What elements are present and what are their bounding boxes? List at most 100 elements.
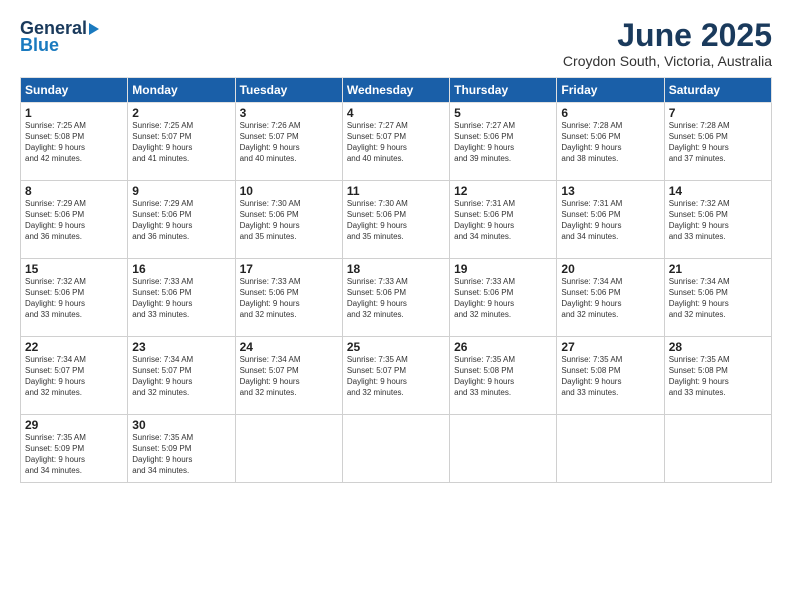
- day-info: Sunrise: 7:34 AM Sunset: 5:07 PM Dayligh…: [132, 355, 230, 398]
- day-info: Sunrise: 7:32 AM Sunset: 5:06 PM Dayligh…: [669, 199, 767, 242]
- table-row: 7Sunrise: 7:28 AM Sunset: 5:06 PM Daylig…: [664, 103, 771, 181]
- day-info: Sunrise: 7:33 AM Sunset: 5:06 PM Dayligh…: [132, 277, 230, 320]
- table-row: 19Sunrise: 7:33 AM Sunset: 5:06 PM Dayli…: [450, 259, 557, 337]
- table-row: 9Sunrise: 7:29 AM Sunset: 5:06 PM Daylig…: [128, 181, 235, 259]
- day-number: 18: [347, 262, 445, 276]
- table-row: 1Sunrise: 7:25 AM Sunset: 5:08 PM Daylig…: [21, 103, 128, 181]
- table-row: [664, 415, 771, 483]
- day-number: 4: [347, 106, 445, 120]
- calendar-week-4: 22Sunrise: 7:34 AM Sunset: 5:07 PM Dayli…: [21, 337, 772, 415]
- day-info: Sunrise: 7:35 AM Sunset: 5:08 PM Dayligh…: [454, 355, 552, 398]
- table-row: 12Sunrise: 7:31 AM Sunset: 5:06 PM Dayli…: [450, 181, 557, 259]
- day-number: 22: [25, 340, 123, 354]
- day-number: 27: [561, 340, 659, 354]
- day-number: 20: [561, 262, 659, 276]
- logo-blue-text: Blue: [20, 35, 59, 56]
- day-info: Sunrise: 7:31 AM Sunset: 5:06 PM Dayligh…: [454, 199, 552, 242]
- day-number: 11: [347, 184, 445, 198]
- calendar-week-1: 1Sunrise: 7:25 AM Sunset: 5:08 PM Daylig…: [21, 103, 772, 181]
- col-friday: Friday: [557, 78, 664, 103]
- day-number: 16: [132, 262, 230, 276]
- day-info: Sunrise: 7:35 AM Sunset: 5:07 PM Dayligh…: [347, 355, 445, 398]
- day-number: 29: [25, 418, 123, 432]
- col-monday: Monday: [128, 78, 235, 103]
- day-number: 10: [240, 184, 338, 198]
- table-row: 28Sunrise: 7:35 AM Sunset: 5:08 PM Dayli…: [664, 337, 771, 415]
- table-row: 11Sunrise: 7:30 AM Sunset: 5:06 PM Dayli…: [342, 181, 449, 259]
- table-row: 16Sunrise: 7:33 AM Sunset: 5:06 PM Dayli…: [128, 259, 235, 337]
- table-row: 10Sunrise: 7:30 AM Sunset: 5:06 PM Dayli…: [235, 181, 342, 259]
- day-info: Sunrise: 7:35 AM Sunset: 5:08 PM Dayligh…: [669, 355, 767, 398]
- day-number: 6: [561, 106, 659, 120]
- table-row: [235, 415, 342, 483]
- day-number: 3: [240, 106, 338, 120]
- calendar-week-3: 15Sunrise: 7:32 AM Sunset: 5:06 PM Dayli…: [21, 259, 772, 337]
- day-info: Sunrise: 7:34 AM Sunset: 5:06 PM Dayligh…: [669, 277, 767, 320]
- table-row: 25Sunrise: 7:35 AM Sunset: 5:07 PM Dayli…: [342, 337, 449, 415]
- logo: General Blue: [20, 18, 99, 56]
- day-info: Sunrise: 7:25 AM Sunset: 5:07 PM Dayligh…: [132, 121, 230, 164]
- day-info: Sunrise: 7:29 AM Sunset: 5:06 PM Dayligh…: [132, 199, 230, 242]
- table-row: 2Sunrise: 7:25 AM Sunset: 5:07 PM Daylig…: [128, 103, 235, 181]
- day-number: 14: [669, 184, 767, 198]
- table-row: 26Sunrise: 7:35 AM Sunset: 5:08 PM Dayli…: [450, 337, 557, 415]
- day-number: 28: [669, 340, 767, 354]
- day-number: 24: [240, 340, 338, 354]
- calendar-table: Sunday Monday Tuesday Wednesday Thursday…: [20, 77, 772, 483]
- day-info: Sunrise: 7:27 AM Sunset: 5:07 PM Dayligh…: [347, 121, 445, 164]
- col-wednesday: Wednesday: [342, 78, 449, 103]
- table-row: 3Sunrise: 7:26 AM Sunset: 5:07 PM Daylig…: [235, 103, 342, 181]
- table-row: 8Sunrise: 7:29 AM Sunset: 5:06 PM Daylig…: [21, 181, 128, 259]
- table-row: 23Sunrise: 7:34 AM Sunset: 5:07 PM Dayli…: [128, 337, 235, 415]
- table-row: 15Sunrise: 7:32 AM Sunset: 5:06 PM Dayli…: [21, 259, 128, 337]
- day-number: 21: [669, 262, 767, 276]
- day-number: 2: [132, 106, 230, 120]
- page: General Blue June 2025 Croydon South, Vi…: [0, 0, 792, 612]
- day-number: 7: [669, 106, 767, 120]
- day-number: 23: [132, 340, 230, 354]
- table-row: [450, 415, 557, 483]
- table-row: 27Sunrise: 7:35 AM Sunset: 5:08 PM Dayli…: [557, 337, 664, 415]
- day-number: 12: [454, 184, 552, 198]
- table-row: 22Sunrise: 7:34 AM Sunset: 5:07 PM Dayli…: [21, 337, 128, 415]
- day-number: 15: [25, 262, 123, 276]
- day-info: Sunrise: 7:29 AM Sunset: 5:06 PM Dayligh…: [25, 199, 123, 242]
- day-info: Sunrise: 7:34 AM Sunset: 5:07 PM Dayligh…: [25, 355, 123, 398]
- day-info: Sunrise: 7:27 AM Sunset: 5:06 PM Dayligh…: [454, 121, 552, 164]
- day-info: Sunrise: 7:33 AM Sunset: 5:06 PM Dayligh…: [240, 277, 338, 320]
- day-number: 17: [240, 262, 338, 276]
- day-number: 9: [132, 184, 230, 198]
- day-number: 5: [454, 106, 552, 120]
- day-number: 30: [132, 418, 230, 432]
- logo-arrow-icon: [89, 23, 99, 35]
- table-row: 20Sunrise: 7:34 AM Sunset: 5:06 PM Dayli…: [557, 259, 664, 337]
- day-info: Sunrise: 7:28 AM Sunset: 5:06 PM Dayligh…: [669, 121, 767, 164]
- month-title: June 2025: [563, 18, 772, 53]
- day-number: 25: [347, 340, 445, 354]
- day-info: Sunrise: 7:28 AM Sunset: 5:06 PM Dayligh…: [561, 121, 659, 164]
- day-number: 1: [25, 106, 123, 120]
- table-row: 30Sunrise: 7:35 AM Sunset: 5:09 PM Dayli…: [128, 415, 235, 483]
- calendar-week-2: 8Sunrise: 7:29 AM Sunset: 5:06 PM Daylig…: [21, 181, 772, 259]
- table-row: 5Sunrise: 7:27 AM Sunset: 5:06 PM Daylig…: [450, 103, 557, 181]
- title-block: June 2025 Croydon South, Victoria, Austr…: [563, 18, 772, 69]
- col-saturday: Saturday: [664, 78, 771, 103]
- header-row: Sunday Monday Tuesday Wednesday Thursday…: [21, 78, 772, 103]
- table-row: [342, 415, 449, 483]
- day-info: Sunrise: 7:30 AM Sunset: 5:06 PM Dayligh…: [347, 199, 445, 242]
- table-row: [557, 415, 664, 483]
- day-number: 26: [454, 340, 552, 354]
- day-number: 8: [25, 184, 123, 198]
- table-row: 14Sunrise: 7:32 AM Sunset: 5:06 PM Dayli…: [664, 181, 771, 259]
- day-info: Sunrise: 7:35 AM Sunset: 5:09 PM Dayligh…: [132, 433, 230, 476]
- location: Croydon South, Victoria, Australia: [563, 53, 772, 69]
- table-row: 24Sunrise: 7:34 AM Sunset: 5:07 PM Dayli…: [235, 337, 342, 415]
- table-row: 13Sunrise: 7:31 AM Sunset: 5:06 PM Dayli…: [557, 181, 664, 259]
- day-info: Sunrise: 7:31 AM Sunset: 5:06 PM Dayligh…: [561, 199, 659, 242]
- table-row: 4Sunrise: 7:27 AM Sunset: 5:07 PM Daylig…: [342, 103, 449, 181]
- table-row: 6Sunrise: 7:28 AM Sunset: 5:06 PM Daylig…: [557, 103, 664, 181]
- col-sunday: Sunday: [21, 78, 128, 103]
- day-info: Sunrise: 7:34 AM Sunset: 5:07 PM Dayligh…: [240, 355, 338, 398]
- day-info: Sunrise: 7:35 AM Sunset: 5:08 PM Dayligh…: [561, 355, 659, 398]
- day-number: 13: [561, 184, 659, 198]
